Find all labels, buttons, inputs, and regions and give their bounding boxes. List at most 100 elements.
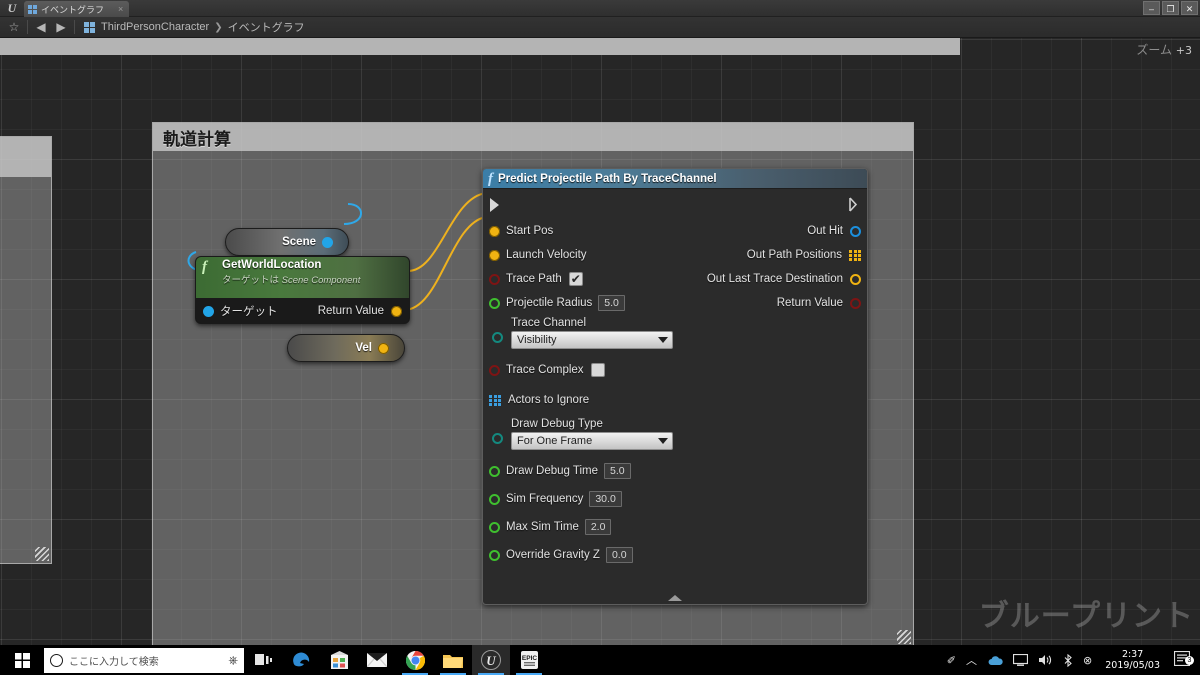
pin-row: Sim Frequency 30.0 bbox=[483, 487, 867, 511]
pin-row: Launch Velocity Out Path Positions bbox=[483, 243, 867, 267]
notification-center-icon[interactable]: 3 bbox=[1168, 650, 1196, 669]
tab-event-graph[interactable]: イベントグラフ × bbox=[24, 1, 130, 17]
pin-dot bbox=[489, 225, 500, 237]
collapse-node-button[interactable] bbox=[483, 595, 867, 601]
breadcrumb-current[interactable]: イベントグラフ bbox=[228, 19, 305, 35]
input-pin-trace-complex[interactable]: Trace Complex ✔ bbox=[489, 363, 605, 377]
maximize-button[interactable]: ❐ bbox=[1162, 1, 1179, 15]
pen-icon[interactable]: ✐ bbox=[942, 645, 961, 675]
input-pin-override-gravity-z[interactable]: Override Gravity Z 0.0 bbox=[489, 547, 633, 563]
node-get-world-location[interactable]: f GetWorldLocation ターゲットは Scene Componen… bbox=[195, 256, 410, 324]
back-arrow-icon[interactable]: ◀ bbox=[31, 17, 51, 38]
node-predict-projectile-path[interactable]: f Predict Projectile Path By TraceChanne… bbox=[482, 168, 868, 605]
output-pin-return-value[interactable]: Return Value bbox=[777, 297, 861, 309]
output-pin-out-last-trace-destination[interactable]: Out Last Trace Destination bbox=[707, 273, 861, 285]
blueprint-grid-icon bbox=[84, 21, 95, 33]
input-pin-sim-frequency[interactable]: Sim Frequency 30.0 bbox=[489, 491, 622, 507]
pin-label: Sim Frequency bbox=[506, 493, 584, 505]
error-icon[interactable]: ⊗ bbox=[1078, 645, 1097, 675]
pin-dot bbox=[489, 465, 500, 477]
value-field-projectile-radius[interactable]: 5.0 bbox=[598, 295, 625, 311]
value-field-draw-debug-time[interactable]: 5.0 bbox=[604, 463, 631, 479]
chevron-up-icon[interactable]: ︿ bbox=[961, 645, 982, 675]
input-pin-actors-to-ignore[interactable]: Actors to Ignore bbox=[489, 394, 589, 406]
pin-row: Start Pos Out Hit bbox=[483, 219, 867, 243]
divider bbox=[27, 20, 28, 34]
node-vel-variable[interactable]: Vel bbox=[287, 334, 405, 362]
resize-handle[interactable] bbox=[35, 547, 49, 561]
output-pin-return-value[interactable] bbox=[391, 305, 402, 317]
microphone-icon[interactable]: ⎈ bbox=[228, 653, 238, 668]
node-scene-variable[interactable]: Scene bbox=[225, 228, 349, 256]
onedrive-icon[interactable] bbox=[982, 645, 1008, 675]
pin-row: Override Gravity Z 0.0 bbox=[483, 543, 867, 567]
output-pin-out-hit[interactable]: Out Hit bbox=[807, 225, 861, 237]
output-pins: Return Value bbox=[318, 305, 402, 317]
input-pin-draw-debug-type[interactable]: Draw Debug Type For One Frame bbox=[483, 416, 867, 453]
output-pin-vel[interactable] bbox=[378, 342, 389, 354]
taskbar-items: U EPIC bbox=[244, 645, 548, 675]
checkbox-trace-complex[interactable]: ✔ bbox=[590, 363, 605, 377]
minimize-button[interactable]: – bbox=[1143, 1, 1160, 15]
value-field-sim-frequency[interactable]: 30.0 bbox=[589, 491, 622, 507]
output-pin-out-path-positions[interactable]: Out Path Positions bbox=[747, 249, 861, 261]
svg-text:U: U bbox=[486, 653, 496, 668]
pin-dot[interactable] bbox=[492, 332, 503, 343]
unreal-engine-icon[interactable]: U bbox=[472, 645, 510, 675]
input-pins: ターゲット bbox=[203, 303, 278, 319]
exec-output-pin-icon[interactable] bbox=[849, 197, 859, 212]
bluetooth-icon[interactable] bbox=[1058, 645, 1078, 675]
close-window-button[interactable]: ✕ bbox=[1181, 1, 1198, 15]
function-icon: f bbox=[488, 170, 493, 187]
input-pin-launch-velocity[interactable]: Launch Velocity bbox=[489, 249, 587, 261]
input-pin-target[interactable] bbox=[203, 305, 214, 317]
output-pin-scene[interactable] bbox=[322, 236, 333, 248]
pin-label: Draw Debug Time bbox=[506, 465, 599, 477]
file-explorer-icon[interactable] bbox=[434, 645, 472, 675]
start-button[interactable] bbox=[0, 645, 44, 675]
dropdown-trace-channel[interactable]: Visibility bbox=[511, 331, 673, 349]
node-header: f GetWorldLocation ターゲットは Scene Componen… bbox=[196, 257, 409, 298]
breadcrumb-root[interactable]: ThirdPersonCharacter bbox=[101, 21, 209, 33]
resize-handle[interactable] bbox=[897, 630, 911, 644]
notification-badge: 3 bbox=[1185, 656, 1194, 665]
exec-input-pin-icon[interactable] bbox=[490, 198, 499, 212]
node-pins: ターゲット Return Value bbox=[196, 298, 409, 323]
pin-dot bbox=[850, 297, 861, 309]
checkbox-trace-path[interactable]: ✔ bbox=[568, 272, 583, 286]
epic-games-icon[interactable]: EPIC bbox=[510, 645, 548, 675]
input-pin-draw-debug-time[interactable]: Draw Debug Time 5.0 bbox=[489, 463, 631, 479]
comment-title[interactable]: 軌道計算 bbox=[153, 123, 913, 151]
volume-icon[interactable] bbox=[1033, 645, 1058, 675]
task-view-icon[interactable] bbox=[244, 645, 282, 675]
mail-icon[interactable] bbox=[358, 645, 396, 675]
pin-dot[interactable] bbox=[492, 433, 503, 444]
forward-arrow-icon[interactable]: ▶ bbox=[51, 17, 71, 38]
pin-row: Projectile Radius 5.0 Return Value bbox=[483, 291, 867, 315]
chrome-icon[interactable] bbox=[396, 645, 434, 675]
pin-label: Launch Velocity bbox=[506, 249, 587, 261]
comment-box-secondary[interactable] bbox=[0, 136, 52, 564]
network-icon[interactable] bbox=[1008, 645, 1033, 675]
input-pin-start-pos[interactable]: Start Pos bbox=[489, 225, 553, 237]
dropdown-draw-debug-type[interactable]: For One Frame bbox=[511, 432, 673, 450]
chevron-up-icon bbox=[668, 595, 682, 601]
toolbar-strip bbox=[0, 38, 960, 55]
input-pin-max-sim-time[interactable]: Max Sim Time 2.0 bbox=[489, 519, 612, 535]
input-pin-trace-path[interactable]: Trace Path ✔ bbox=[489, 272, 583, 286]
clock[interactable]: 2:37 2019/05/03 bbox=[1097, 649, 1168, 671]
value-field-max-sim-time[interactable]: 2.0 bbox=[584, 519, 612, 535]
function-icon: f bbox=[202, 259, 207, 275]
close-icon[interactable]: × bbox=[118, 4, 123, 14]
edge-icon[interactable] bbox=[282, 645, 320, 675]
graph-canvas[interactable]: ズーム +3 軌道計算 Scene Vel f GetWorldLocation… bbox=[0, 38, 1200, 645]
input-pin-projectile-radius[interactable]: Projectile Radius 5.0 bbox=[489, 295, 625, 311]
comment-title[interactable] bbox=[0, 137, 51, 177]
input-pin-trace-channel[interactable]: Trace Channel Visibility bbox=[483, 315, 867, 352]
pin-dot bbox=[850, 225, 861, 237]
store-icon[interactable] bbox=[320, 645, 358, 675]
favorite-star-icon[interactable]: ☆ bbox=[4, 17, 24, 38]
pin-label: Override Gravity Z bbox=[506, 549, 600, 561]
value-field-override-gravity-z[interactable]: 0.0 bbox=[605, 547, 633, 563]
search-input[interactable]: ここに入力して検索 ⎈ bbox=[44, 647, 244, 673]
